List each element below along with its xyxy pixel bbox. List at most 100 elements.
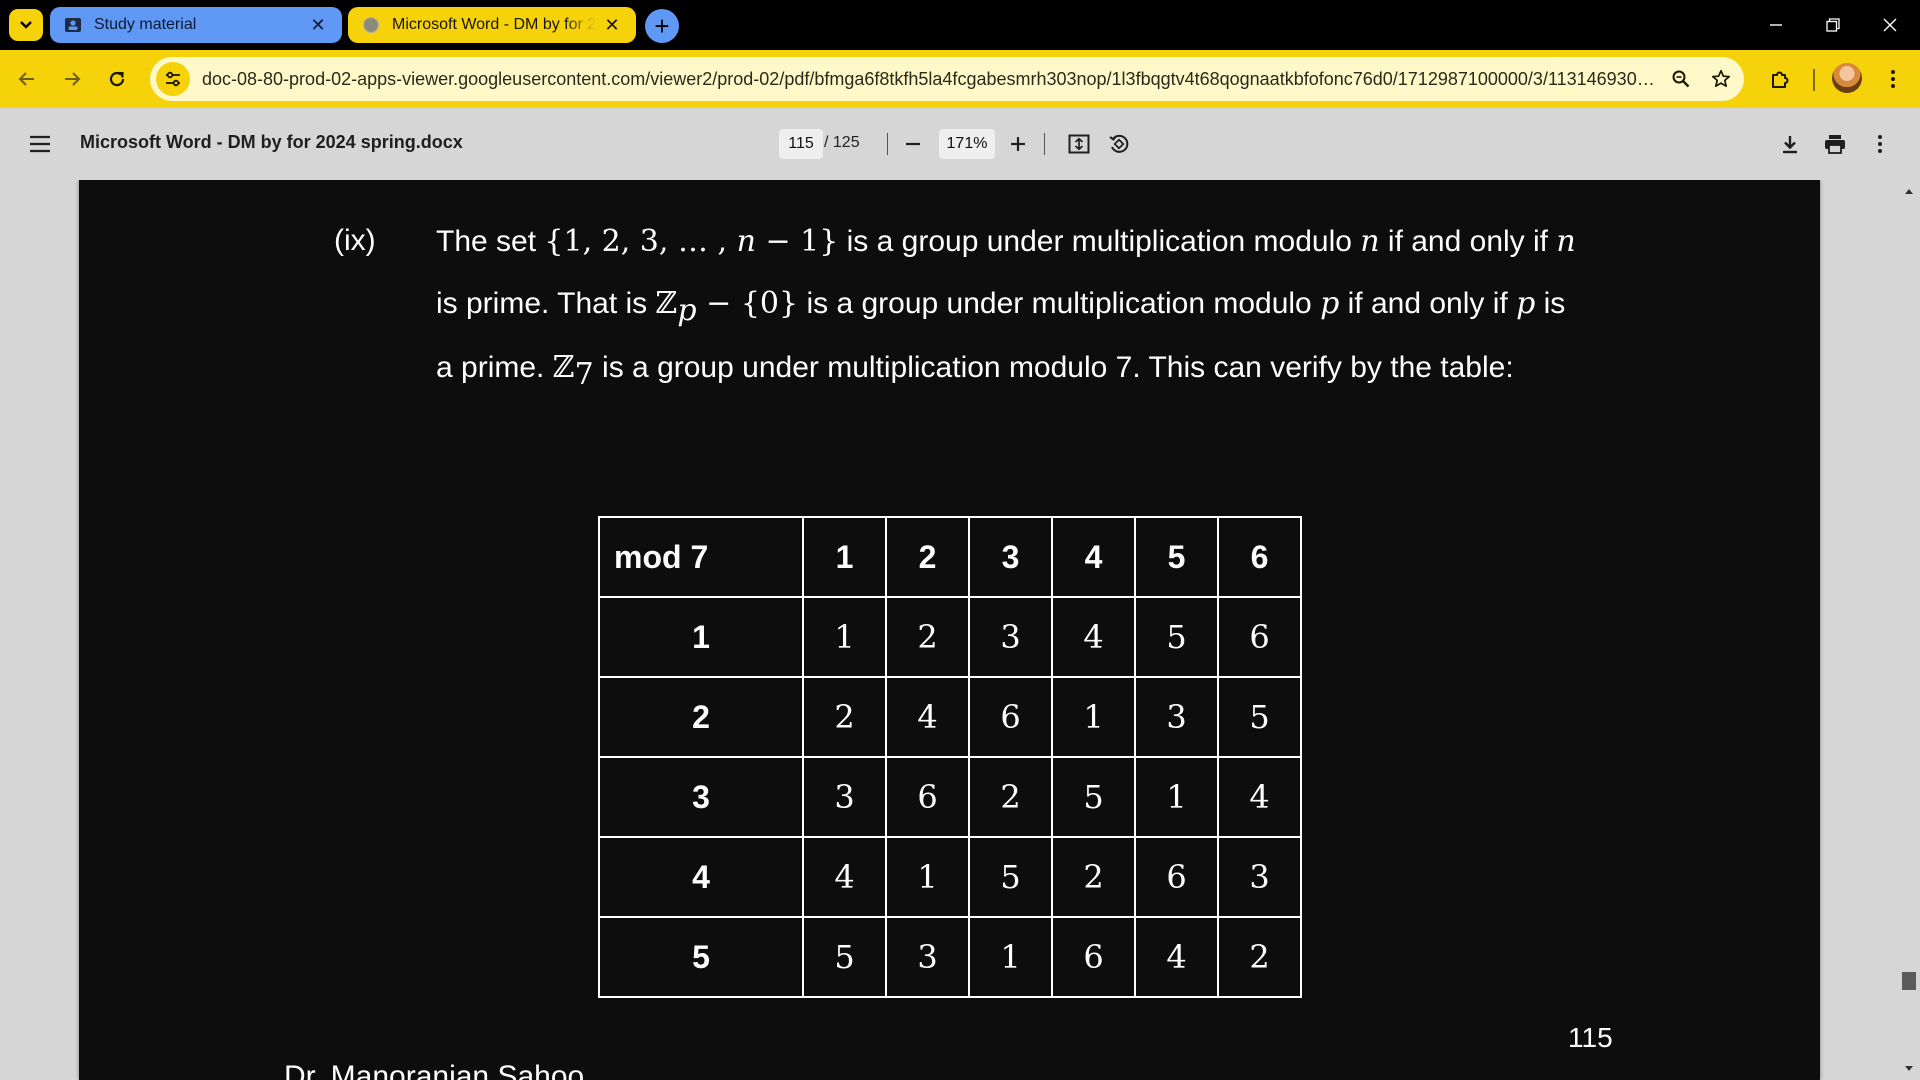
zoom-level-input[interactable]: 171% [939, 129, 995, 159]
table-cell: 5 [968, 836, 1053, 918]
address-bar[interactable]: doc-08-80-prod-02-apps-viewer.googleuser… [150, 57, 1744, 101]
scroll-up-icon[interactable] [1902, 184, 1916, 198]
url-text[interactable]: doc-08-80-prod-02-apps-viewer.googleuser… [202, 69, 1664, 90]
arrow-right-icon [65, 72, 81, 86]
pdf-more-button[interactable] [1862, 126, 1898, 162]
column-header: 4 [1051, 516, 1136, 598]
table-cell: 6 [968, 676, 1053, 758]
table-cell: 5 [1134, 596, 1219, 678]
close-icon[interactable]: ✕ [602, 15, 622, 35]
arrow-left-icon [18, 72, 34, 86]
new-tab-button[interactable]: + [645, 9, 679, 43]
column-header: 5 [1134, 516, 1219, 598]
star-icon[interactable] [1704, 62, 1738, 96]
pdf-viewer[interactable]: (ix) The set {1, 2, 3, … , n − 1} is a g… [0, 180, 1920, 1080]
text-run: if and only if [1379, 225, 1557, 258]
browser-toolbar: doc-08-80-prod-02-apps-viewer.googleuser… [0, 50, 1920, 108]
vertical-scrollbar[interactable] [1898, 180, 1920, 1080]
zoom-icon[interactable] [1664, 62, 1698, 96]
table-row: 2 2 4 6 1 3 5 [598, 676, 1302, 758]
row-header: 1 [598, 596, 804, 678]
table-cell: 4 [1217, 756, 1302, 838]
table-row: 3 3 6 2 5 1 4 [598, 756, 1302, 838]
minimize-button[interactable] [1758, 8, 1794, 42]
print-button[interactable] [1817, 126, 1853, 162]
tab-microsoft-word[interactable]: Microsoft Word - DM by for 2024 spring.d… [348, 7, 636, 43]
column-header: 2 [885, 516, 970, 598]
table-cell: 2 [1051, 836, 1136, 918]
text-run: is [1535, 287, 1566, 320]
scroll-down-icon[interactable] [1902, 1062, 1916, 1076]
puzzle-icon [1772, 71, 1789, 88]
close-icon [1883, 18, 1897, 32]
table-cell: 4 [1134, 916, 1219, 998]
site-info-button[interactable] [156, 62, 190, 96]
tab-study-material[interactable]: Study material ✕ [50, 7, 342, 43]
table-cell: 2 [885, 596, 970, 678]
toolbar-separator [1044, 133, 1045, 155]
table-cell: 1 [968, 916, 1053, 998]
print-icon [1825, 135, 1845, 154]
zoom-in-button[interactable] [1000, 126, 1036, 162]
paragraph-line-1: The set {1, 2, 3, … , n − 1} is a group … [436, 224, 1576, 259]
restore-button[interactable] [1815, 8, 1851, 42]
download-icon [1783, 136, 1797, 154]
browser-menu-button[interactable] [1876, 62, 1910, 96]
table-cell: 3 [1217, 836, 1302, 918]
more-vert-icon [1891, 70, 1895, 88]
column-header: 1 [802, 516, 887, 598]
table-cell: 1 [1051, 676, 1136, 758]
table-cell: 4 [885, 676, 970, 758]
row-header: 4 [598, 836, 804, 918]
download-button[interactable] [1772, 126, 1808, 162]
table-row: 5 5 3 1 6 4 2 [598, 916, 1302, 998]
paragraph-line-3: a prime. ℤ7 is a group under multiplicat… [436, 350, 1514, 392]
fit-page-icon [1068, 134, 1090, 154]
table-row: 1 1 2 3 4 5 6 [598, 596, 1302, 678]
tab-title: Study material [94, 16, 197, 33]
zoom-out-button[interactable] [895, 126, 931, 162]
restore-icon [1826, 18, 1840, 32]
table-cell: 4 [802, 836, 887, 918]
extensions-button[interactable] [1764, 62, 1798, 96]
table-cell: 6 [1217, 596, 1302, 678]
footer-author: Dr. Manoranjan Sahoo [284, 1060, 585, 1080]
table-cell: 1 [885, 836, 970, 918]
reload-button[interactable] [100, 62, 134, 96]
page-number-input[interactable]: 115 [779, 129, 823, 159]
row-header: 5 [598, 916, 804, 998]
chevron-down-icon [20, 21, 32, 29]
table-row: 4 4 1 5 2 6 3 [598, 836, 1302, 918]
globe-icon [362, 16, 380, 34]
page-total: / 125 [824, 134, 860, 151]
scrollbar-thumb[interactable] [1902, 972, 1916, 990]
table-corner-cell: mod 7 [598, 516, 804, 598]
math-run: − 1} [755, 224, 839, 259]
table-cell: 1 [802, 596, 887, 678]
text-run: is prime. That is [436, 287, 656, 320]
tab-search-button[interactable] [9, 9, 43, 41]
table-header-row: mod 7 1 2 3 4 5 6 [598, 516, 1302, 598]
close-window-button[interactable] [1872, 8, 1908, 42]
close-icon[interactable]: ✕ [308, 15, 328, 35]
minimize-icon [1770, 24, 1782, 26]
text-run: if and only if [1339, 287, 1517, 320]
table-cell: 6 [1051, 916, 1136, 998]
forward-button[interactable] [55, 62, 89, 96]
toolbar-separator [887, 133, 888, 155]
tab-title: Microsoft Word - DM by for 2024 spring.d… [392, 16, 596, 33]
tab-strip: Study material ✕ Microsoft Word - DM by … [0, 0, 1920, 50]
math-run: ℤ [552, 350, 575, 385]
avatar[interactable] [1832, 63, 1862, 93]
tune-icon [166, 71, 180, 87]
table-cell: 6 [1134, 836, 1219, 918]
outline-menu-button[interactable] [22, 126, 58, 162]
table-cell: 2 [1217, 916, 1302, 998]
table-cell: 3 [968, 596, 1053, 678]
back-button[interactable] [10, 62, 44, 96]
rotate-button[interactable] [1101, 126, 1137, 162]
fit-to-page-button[interactable] [1061, 126, 1097, 162]
plus-icon [1011, 137, 1025, 151]
math-var: p [1516, 286, 1536, 321]
table-cell: 3 [802, 756, 887, 838]
